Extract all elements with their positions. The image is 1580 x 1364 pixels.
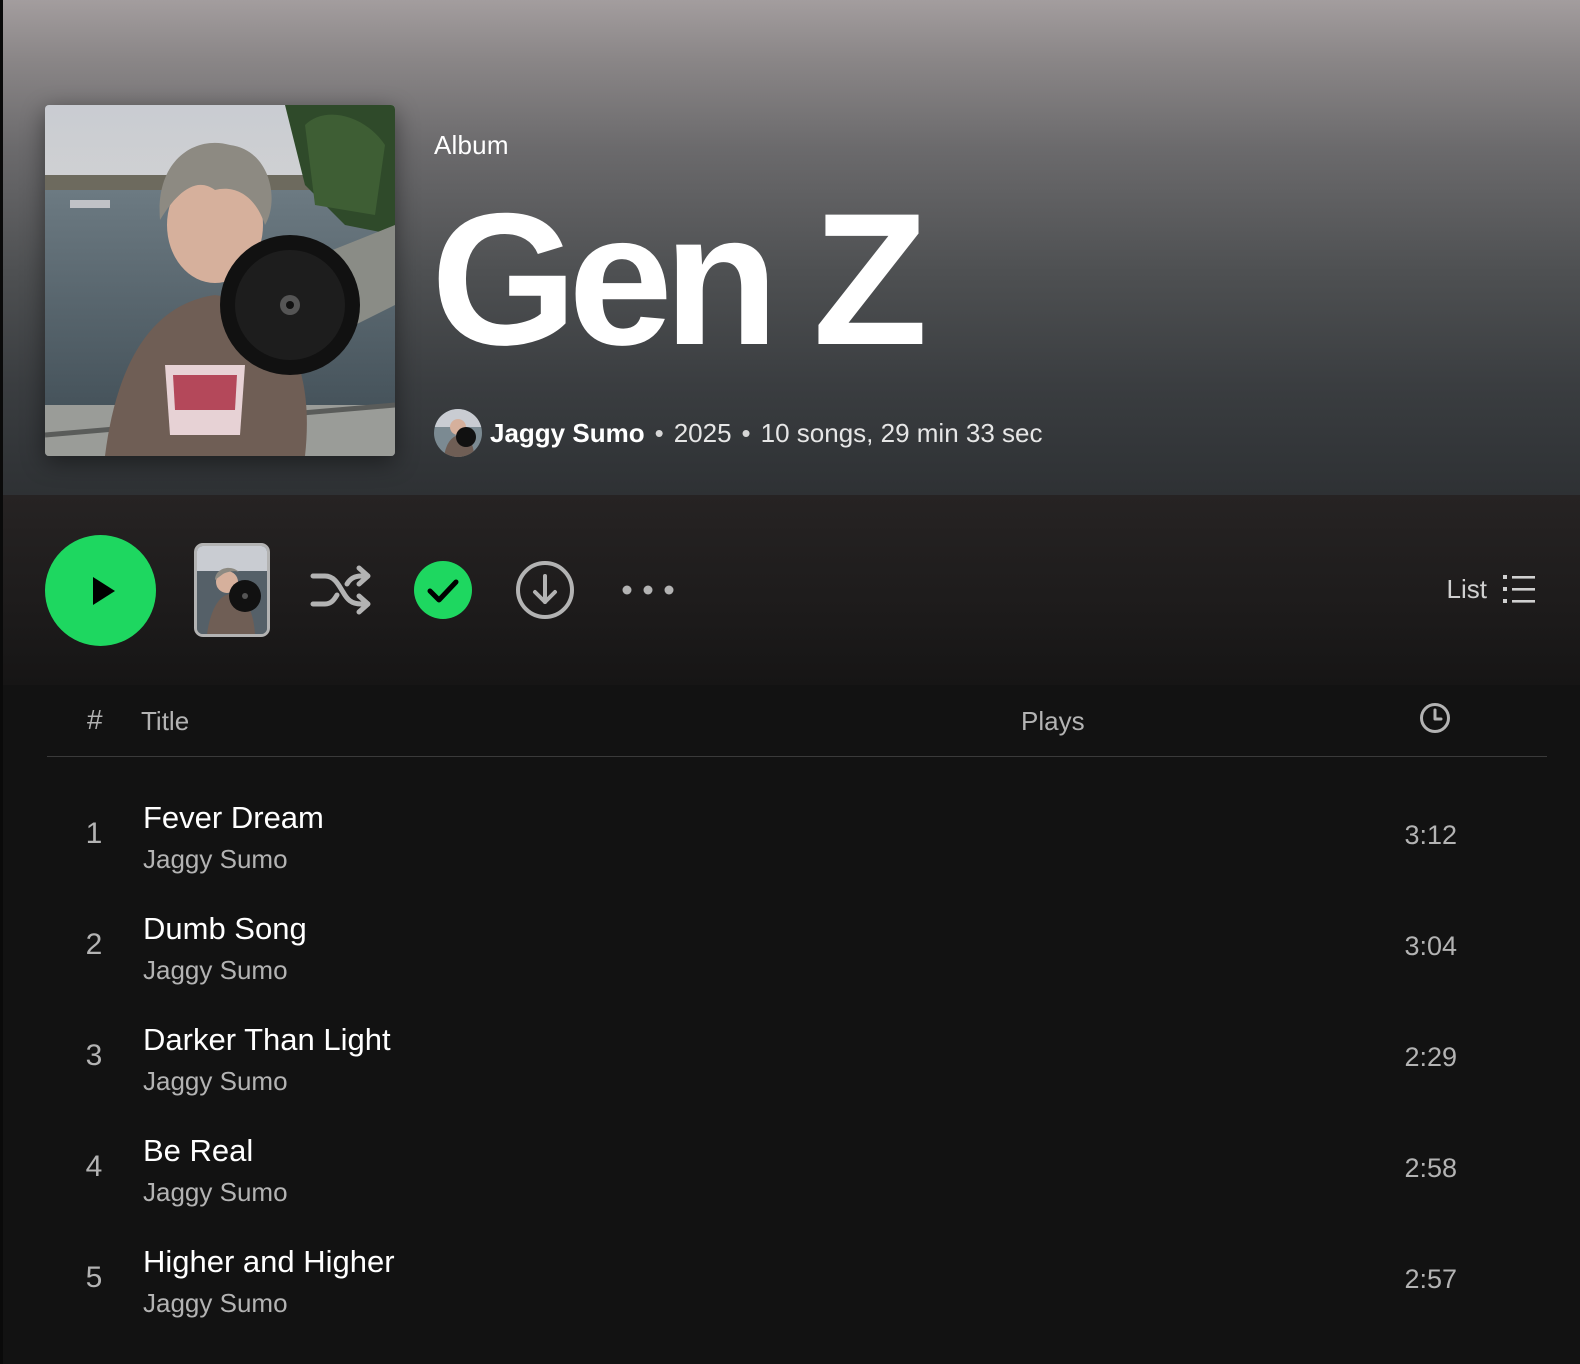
column-header-duration [1419,702,1451,741]
meta-separator: • [654,417,664,448]
track-duration: 2:58 [1404,1153,1457,1183]
track-artist[interactable]: Jaggy Sumo [143,1177,288,1208]
meta-separator: • [741,417,751,448]
track-artist[interactable]: Jaggy Sumo [143,844,288,875]
download-button[interactable] [515,560,575,620]
track-title[interactable]: Fever Dream [143,800,324,836]
track-row[interactable]: 1 Fever Dream Jaggy Sumo 3:12 [47,780,1547,891]
shuffle-button[interactable] [306,558,376,622]
action-bar: List [3,495,1580,685]
track-number: 5 [85,1261,103,1294]
track-row[interactable]: 5 Higher and Higher Jaggy Sumo 2:57 [47,1224,1547,1335]
track-artist[interactable]: Jaggy Sumo [143,1066,288,1097]
album-meta: Jaggy Sumo • 2025 • 10 songs, 29 min 33 … [434,408,1043,458]
artist-avatar[interactable] [434,409,482,457]
saved-to-library-button[interactable] [413,560,473,620]
track-number: 4 [85,1150,103,1183]
download-icon [516,561,574,619]
shuffle-icon [310,565,371,615]
list-view-icon [1503,575,1535,603]
album-stats: 10 songs, 29 min 33 sec [760,417,1043,448]
artist-link[interactable]: Jaggy Sumo [490,418,645,449]
album-preview-button[interactable] [194,543,270,637]
more-icon [622,585,674,595]
track-duration: 2:29 [1404,1042,1457,1072]
track-duration: 3:12 [1404,820,1457,850]
track-duration: 2:57 [1404,1264,1457,1294]
track-row[interactable]: 4 Be Real Jaggy Sumo 2:58 [47,1113,1547,1224]
play-button[interactable] [45,535,156,646]
clock-icon [1420,703,1450,733]
track-artist[interactable]: Jaggy Sumo [143,1288,288,1319]
album-cover[interactable] [45,105,395,456]
track-number: 2 [85,928,103,961]
track-artist[interactable]: Jaggy Sumo [143,955,288,986]
album-title: Gen Z [431,174,928,384]
track-duration: 3:04 [1404,931,1457,961]
column-header-title: Title [141,706,190,736]
album-page: Album Gen Z Jaggy Sumo • 2025 • 10 songs… [0,0,1580,1364]
track-title[interactable]: Be Real [143,1133,253,1169]
track-title[interactable]: Darker Than Light [143,1022,391,1058]
view-toggle-label: List [1446,573,1487,604]
track-number: 3 [85,1039,103,1072]
album-year: 2025 [673,417,732,448]
tracklist-header: # Title Plays [47,700,1547,757]
album-header: Album Gen Z Jaggy Sumo • 2025 • 10 songs… [3,0,1580,495]
track-title[interactable]: Dumb Song [143,911,307,947]
play-icon [92,576,115,605]
track-number: 1 [85,817,103,850]
column-header-plays: Plays [1021,706,1085,736]
check-icon [414,561,472,619]
tracklist: 1 Fever Dream Jaggy Sumo 3:12 2 Dumb Son… [47,780,1547,1335]
more-options-button[interactable] [616,575,680,605]
track-row[interactable]: 3 Darker Than Light Jaggy Sumo 2:29 [47,1002,1547,1113]
album-type-label: Album [434,130,509,160]
column-header-number: # [87,704,103,735]
track-title[interactable]: Higher and Higher [143,1244,395,1280]
view-toggle[interactable]: List [1447,567,1535,611]
track-row[interactable]: 2 Dumb Song Jaggy Sumo 3:04 [47,891,1547,1002]
